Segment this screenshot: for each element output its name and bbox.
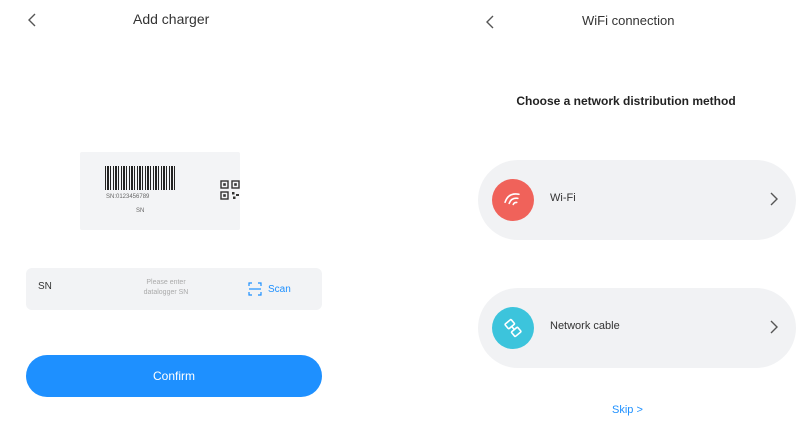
page-title-right: WiFi connection	[582, 13, 675, 28]
page-title: Add charger	[133, 11, 210, 27]
option-wifi-label: Wi-Fi	[550, 192, 576, 204]
back-button[interactable]	[22, 8, 42, 32]
chevron-left-icon	[28, 13, 36, 27]
method-heading: Choose a network distribution method	[516, 94, 736, 108]
option-wifi[interactable]: Wi-Fi	[478, 160, 796, 240]
sn-field-row: SN Please enter datalogger SN Scan	[26, 268, 322, 310]
qr-code-icon	[220, 180, 240, 200]
scan-button[interactable]: Scan	[248, 279, 291, 299]
option-network-cable[interactable]: Network cable	[478, 288, 796, 368]
label-serial-text: SN:0123456789	[106, 194, 150, 200]
device-label-illustration: SN:0123456789 SN	[80, 152, 240, 230]
sn-input[interactable]: Please enter datalogger SN	[126, 278, 206, 298]
network-cable-icon	[492, 307, 534, 349]
option-cable-label: Network cable	[550, 320, 620, 332]
scan-label: Scan	[268, 283, 291, 295]
confirm-button[interactable]: Confirm	[26, 355, 322, 397]
skip-link[interactable]: Skip >	[612, 404, 643, 416]
scan-icon	[248, 282, 262, 296]
chevron-right-icon	[770, 320, 778, 334]
back-button-right[interactable]	[480, 10, 500, 34]
label-sn-caption: SN	[136, 208, 145, 214]
chevron-right-icon	[770, 192, 778, 206]
sn-label: SN	[38, 281, 52, 292]
barcode-icon	[105, 166, 177, 190]
wifi-icon	[492, 179, 534, 221]
chevron-left-icon	[486, 15, 494, 29]
